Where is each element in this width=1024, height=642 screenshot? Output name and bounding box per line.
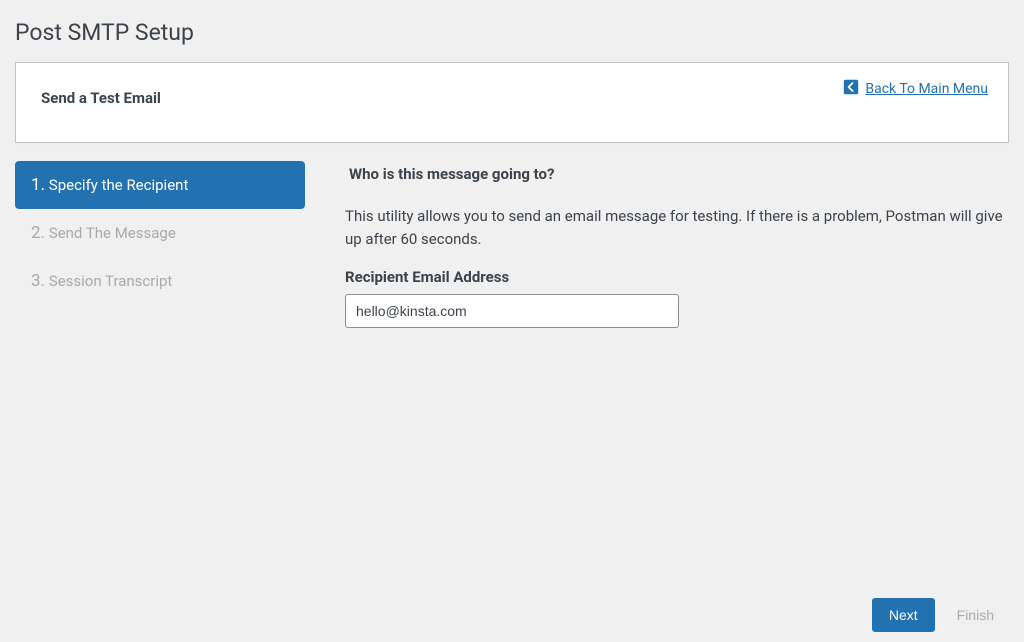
step-label: Send The Message [49, 224, 176, 242]
wizard-step-send[interactable]: 2. Send The Message [15, 209, 305, 257]
back-link-label: Back To Main Menu [865, 81, 988, 97]
step-number: 1. [31, 175, 45, 195]
step-label: Session Transcript [49, 272, 173, 290]
wizard-step-transcript[interactable]: 3. Session Transcript [15, 257, 305, 305]
wizard-step-recipient[interactable]: 1. Specify the Recipient [15, 161, 305, 209]
wizard-footer: Next Finish [15, 598, 1009, 632]
step-heading: Who is this message going to? [345, 165, 1009, 183]
header-card-title: Send a Test Email [41, 89, 983, 107]
wizard-content: Who is this message going to? This utili… [345, 161, 1009, 328]
page-title: Post SMTP Setup [15, 10, 1009, 50]
back-to-main-menu-link[interactable]: Back To Main Menu [843, 79, 988, 99]
header-card: Back To Main Menu Send a Test Email [15, 62, 1009, 143]
recipient-field-label: Recipient Email Address [345, 268, 1009, 286]
arrow-left-icon [843, 79, 859, 99]
step-description: This utility allows you to send an email… [345, 205, 1009, 250]
finish-button: Finish [957, 607, 994, 623]
step-number: 3. [31, 271, 45, 291]
wizard-steps: 1. Specify the Recipient 2. Send The Mes… [15, 161, 305, 328]
step-label: Specify the Recipient [49, 176, 189, 194]
step-number: 2. [31, 223, 45, 243]
next-button[interactable]: Next [872, 598, 935, 632]
recipient-email-input[interactable] [345, 294, 679, 328]
